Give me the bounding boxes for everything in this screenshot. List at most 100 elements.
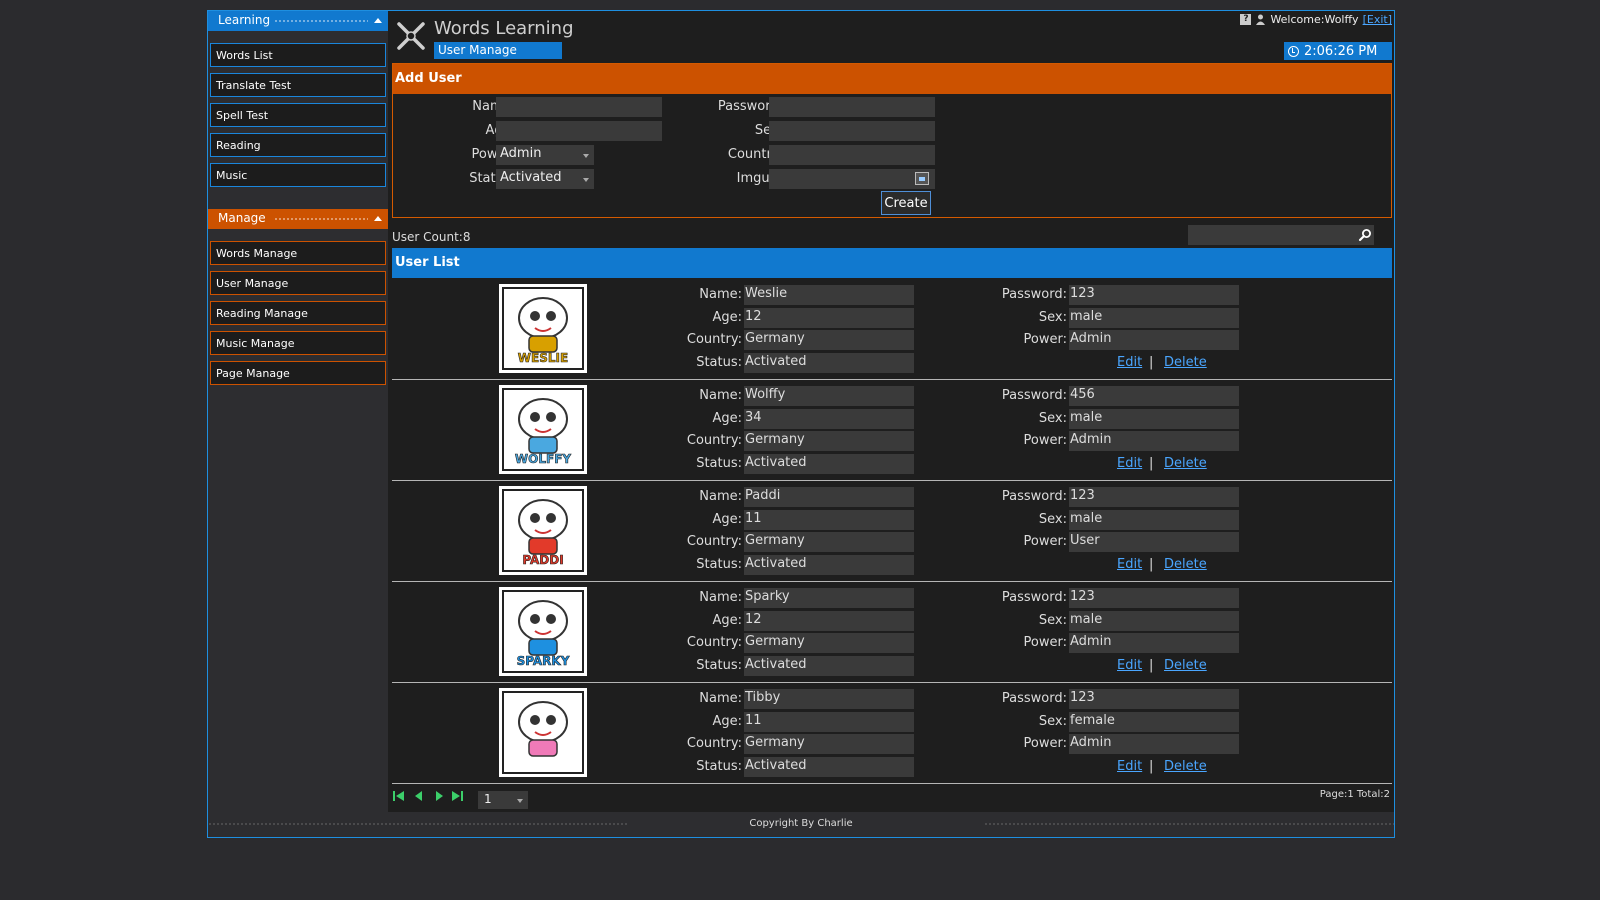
exit-link[interactable]: [Exit] [1363, 13, 1392, 26]
user-country-value: Germany [744, 633, 914, 653]
user-sex-value: male [1069, 611, 1239, 631]
imgurl-input[interactable] [769, 169, 935, 189]
link-separator: | [1149, 355, 1154, 370]
dropdown-arrow-icon [583, 154, 589, 158]
user-row: WOLFFY Name: Wolffy Age: 34 Country: Germany St… [392, 380, 1392, 481]
manage-header-label: Manage [218, 211, 266, 225]
help-icon[interactable]: ? [1240, 14, 1252, 25]
country-label: Country: [686, 635, 742, 650]
user-age-value: 34 [744, 409, 914, 429]
power-label: Power: [1023, 736, 1067, 751]
user-power-value: User [1069, 532, 1239, 552]
password-input[interactable] [769, 97, 935, 117]
user-status-value: Activated [744, 656, 914, 676]
user-sex-value: male [1069, 308, 1239, 328]
age-input[interactable] [496, 121, 662, 141]
manage-section-header[interactable]: Manage [208, 209, 388, 229]
sidebar-item-reading-manage[interactable]: Reading Manage [210, 301, 386, 325]
edit-link[interactable]: Edit [1117, 355, 1142, 370]
user-age-value: 11 [744, 510, 914, 530]
footer: Copyright By Charlie [208, 812, 1394, 837]
pager: 1 Page:1 Total:2 [392, 787, 1392, 809]
age-label: Age: [712, 411, 742, 426]
user-status-value: Activated [744, 454, 914, 474]
create-button[interactable]: Create [881, 191, 931, 215]
next-page-icon[interactable] [432, 789, 446, 803]
user-row: WESLIE Name: Weslie Age: 12 Country: Germany St… [392, 279, 1392, 380]
user-name-value: Wolffy [744, 386, 914, 406]
delete-link[interactable]: Delete [1164, 658, 1207, 673]
password-label: Password: [1001, 287, 1067, 302]
welcome-text: Welcome:Wolffy [1270, 13, 1359, 26]
sex-input[interactable] [769, 121, 935, 141]
sidebar-item-page-manage[interactable]: Page Manage [210, 361, 386, 385]
status-select[interactable]: Activated [496, 169, 594, 189]
search-input[interactable] [1188, 225, 1374, 245]
power-label: Power: [1023, 332, 1067, 347]
app-logo-icon [397, 22, 425, 50]
delete-link[interactable]: Delete [1164, 456, 1207, 471]
user-power-value: Admin [1069, 633, 1239, 653]
user-row: PADDI Name: Paddi Age: 11 Country: Germany Stat… [392, 481, 1392, 582]
search-icon[interactable] [1358, 228, 1372, 242]
previous-page-icon[interactable] [412, 789, 426, 803]
breadcrumb: User Manage [434, 42, 562, 59]
power-label: Power: [1023, 433, 1067, 448]
link-separator: | [1149, 658, 1154, 673]
collapse-caret-icon[interactable] [374, 216, 382, 221]
delete-link[interactable]: Delete [1164, 355, 1207, 370]
name-input[interactable] [496, 97, 662, 117]
edit-link[interactable]: Edit [1117, 759, 1142, 774]
age-label: Age: [712, 714, 742, 729]
clock-time: 2:06:26 PM [1304, 43, 1378, 59]
country-input[interactable] [769, 145, 935, 165]
edit-link[interactable]: Edit [1117, 658, 1142, 673]
sidebar-item-reading[interactable]: Reading [210, 133, 386, 157]
delete-link[interactable]: Delete [1164, 557, 1207, 572]
power-label: Power: [1023, 534, 1067, 549]
collapse-caret-icon[interactable] [374, 18, 382, 23]
page-info: Page:1 Total:2 [1319, 789, 1390, 800]
user-power-value: Admin [1069, 431, 1239, 451]
learning-section-header[interactable]: Learning [208, 11, 388, 31]
power-select[interactable]: Admin [496, 145, 594, 165]
user-country-value: Germany [744, 431, 914, 451]
user-power-value: Admin [1069, 330, 1239, 350]
user-name-value: Weslie [744, 285, 914, 305]
page-select[interactable]: 1 [478, 791, 528, 809]
user-password-value: 456 [1069, 386, 1239, 406]
avatar-name-text: WESLIE [517, 351, 569, 366]
status-label: Status: [696, 355, 742, 370]
image-browse-icon[interactable] [915, 172, 929, 185]
app-window: Learning Words List Translate Test Spell… [207, 10, 1395, 838]
user-sex-value: male [1069, 409, 1239, 429]
name-label: Name: [699, 388, 742, 403]
edit-link[interactable]: Edit [1117, 456, 1142, 471]
user-name-value: Sparky [744, 588, 914, 608]
sidebar-item-music-manage[interactable]: Music Manage [210, 331, 386, 355]
status-select-value: Activated [500, 170, 562, 185]
status-label: Status: [696, 456, 742, 471]
edit-link[interactable]: Edit [1117, 557, 1142, 572]
first-page-icon[interactable] [392, 789, 406, 803]
link-separator: | [1149, 759, 1154, 774]
sex-label: Sex: [1038, 512, 1067, 527]
sidebar-item-words-manage[interactable]: Words Manage [210, 241, 386, 265]
user-age-value: 11 [744, 712, 914, 732]
age-label: Age: [712, 512, 742, 527]
main-content: Words Learning User Manage ? Welcome:Wol… [390, 11, 1394, 812]
user-name-value: Paddi [744, 487, 914, 507]
sidebar-item-user-manage[interactable]: User Manage [210, 271, 386, 295]
sidebar-item-translate-test[interactable]: Translate Test [210, 73, 386, 97]
sex-label: Sex: [1038, 714, 1067, 729]
sidebar-item-music[interactable]: Music [210, 163, 386, 187]
sidebar-item-words-list[interactable]: Words List [210, 43, 386, 67]
user-status-value: Activated [744, 353, 914, 373]
name-label: Name: [699, 287, 742, 302]
user-status-value: Activated [744, 757, 914, 777]
page-select-value: 1 [484, 792, 492, 806]
last-page-icon[interactable] [450, 789, 464, 803]
password-label: Password: [1001, 388, 1067, 403]
sidebar-item-spell-test[interactable]: Spell Test [210, 103, 386, 127]
delete-link[interactable]: Delete [1164, 759, 1207, 774]
